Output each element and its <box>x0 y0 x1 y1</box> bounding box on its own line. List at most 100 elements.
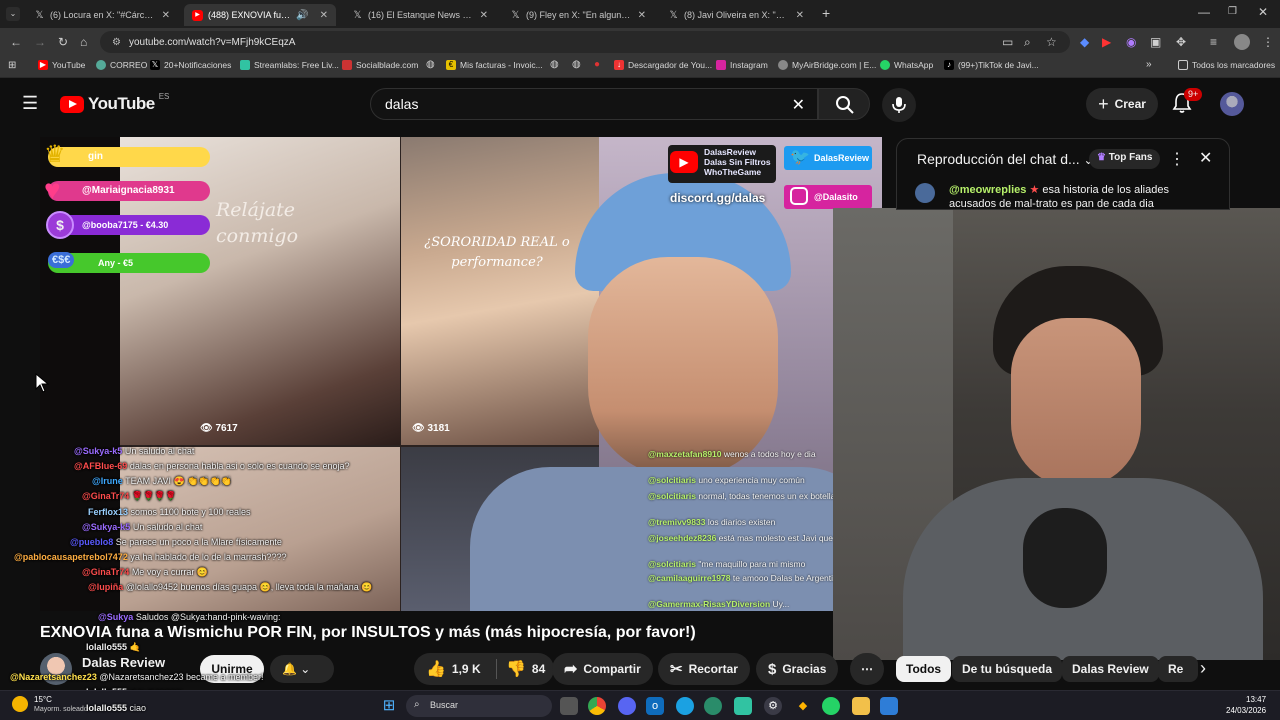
globe-icon[interactable]: ◍ <box>426 59 435 70</box>
browser-tab[interactable]: 𝕏 (6) Locura en X: "#CárcelGemeli✕ <box>26 4 178 26</box>
search-button[interactable] <box>818 88 870 120</box>
create-button[interactable]: + Crear <box>1086 88 1158 120</box>
browser-tab[interactable]: 𝕏 (8) Javi Oliveira en X: "Una ex p✕ <box>660 4 812 26</box>
share-button[interactable]: ➦ Compartir <box>552 653 653 685</box>
settings-icon[interactable]: ⚙ <box>764 697 782 715</box>
photos-icon[interactable] <box>880 697 898 715</box>
more-bookmarks-icon[interactable]: » <box>1146 59 1152 70</box>
subscribed-button[interactable]: 🔔 ⌄ <box>270 655 334 683</box>
extension-icon[interactable]: ◉ <box>1126 34 1136 50</box>
channel-name[interactable]: Dalas Review <box>82 655 165 670</box>
app-icon[interactable]: ◆ <box>794 697 812 715</box>
site-info-icon[interactable]: ⚙ <box>112 37 121 48</box>
chip-channel[interactable]: Dalas Review <box>1062 656 1159 682</box>
media-icon[interactable]: ≡ <box>1210 34 1217 50</box>
home-icon[interactable]: ⌂ <box>80 34 87 50</box>
bookmark[interactable]: € Mis facturas - Invoic... <box>446 60 543 70</box>
bookmark[interactable]: Socialblade.com <box>342 60 418 70</box>
close-chat-icon[interactable]: ✕ <box>1199 148 1212 168</box>
close-tab-icon[interactable]: ✕ <box>162 10 170 21</box>
bookmark[interactable]: WhatsApp <box>880 60 933 70</box>
chip-all[interactable]: Todos <box>896 656 952 682</box>
clock-time[interactable]: 13:47 <box>1246 695 1266 704</box>
zoom-icon[interactable]: ⌕ <box>1024 34 1031 50</box>
chips-next-icon[interactable]: › <box>1200 658 1206 679</box>
dislike-button[interactable]: 👎 84 <box>498 653 545 685</box>
cast-icon[interactable]: ▭ <box>1002 34 1013 50</box>
new-tab-button[interactable]: + <box>822 5 830 21</box>
profile-avatar[interactable] <box>1234 34 1250 50</box>
menu-kebab-icon[interactable]: ⋮ <box>1262 34 1274 50</box>
voice-search-button[interactable] <box>882 88 916 122</box>
tab-search-icon[interactable]: ⌄ <box>6 7 20 21</box>
chrome-icon[interactable] <box>588 697 606 715</box>
bookmark-icon[interactable]: ● <box>594 59 600 70</box>
weather-desc[interactable]: Mayorm. soleado <box>34 706 88 713</box>
like-button[interactable]: 👍 1,9 K 👎 84 <box>414 653 554 685</box>
close-window-button[interactable]: ✕ <box>1258 5 1268 19</box>
account-avatar[interactable] <box>1220 92 1244 116</box>
start-windows-icon[interactable]: ⊞ <box>380 697 398 715</box>
outlook-icon[interactable]: o <box>646 697 664 715</box>
clock-date[interactable]: 24/03/2026 <box>1226 706 1266 715</box>
globe-icon[interactable]: ◍ <box>550 59 559 70</box>
browser-tab[interactable]: 𝕏 (16) El Estanque News en X: ✕ <box>344 4 496 26</box>
address-bar[interactable]: ⚙ youtube.com/watch?v=MFjh9kCEqzA <box>100 31 1070 53</box>
extension-icon[interactable]: ▣ <box>1150 34 1161 50</box>
all-bookmarks[interactable]: Todos los marcadores <box>1178 60 1275 70</box>
top-fans-chip[interactable]: ♛ Top Fans <box>1089 149 1161 169</box>
x-logo-icon: 𝕏 <box>35 9 44 21</box>
youtube-logo[interactable]: YouTube ES <box>60 92 169 114</box>
reload-icon[interactable]: ↻ <box>58 34 68 50</box>
close-tab-icon[interactable]: ✕ <box>320 10 328 21</box>
chip-related[interactable]: Re <box>1158 656 1198 682</box>
globe-icon[interactable]: ◍ <box>572 59 581 70</box>
bookmark[interactable]: ▶ YouTube <box>38 60 85 70</box>
bookmark[interactable]: Instagram <box>716 60 768 70</box>
forward-icon[interactable]: → <box>34 34 46 50</box>
more-actions-button[interactable]: ⋯ <box>850 653 884 685</box>
bookmark-star-icon[interactable]: ☆ <box>1046 34 1057 50</box>
bookmark[interactable]: MyAirBridge.com | E... <box>778 60 876 70</box>
minimize-button[interactable]: — <box>1198 5 1210 19</box>
extension-icon[interactable]: ◆ <box>1080 34 1089 50</box>
bookmark[interactable]: Streamlabs: Free Liv... <box>240 60 339 70</box>
whatsapp-icon[interactable] <box>822 697 840 715</box>
streamlabs-icon[interactable] <box>734 697 752 715</box>
weather-temp[interactable]: 15°C <box>34 695 52 704</box>
task-view-icon[interactable] <box>560 697 578 715</box>
weather-icon[interactable] <box>12 696 28 712</box>
browser-icon[interactable] <box>704 697 722 715</box>
folder-icon[interactable] <box>852 697 870 715</box>
bookmark[interactable]: ♪ (99+)TikTok de Javi... <box>944 60 1039 70</box>
dollar-heart-icon: $ <box>768 660 777 678</box>
edge-icon[interactable] <box>676 697 694 715</box>
extension-icon[interactable]: ▶ <box>1102 34 1111 50</box>
bookmark[interactable]: ↓ Descargador de You... <box>614 60 712 70</box>
restore-button[interactable]: ❐ <box>1228 6 1237 17</box>
search-input[interactable]: dalas ✕ <box>370 88 818 120</box>
notifications-button[interactable]: 9+ <box>1172 88 1203 119</box>
bookmark[interactable]: 𝕏 20+Notificaciones <box>150 60 231 70</box>
back-icon[interactable]: ← <box>10 34 22 50</box>
browser-tab[interactable]: 𝕏 (9) Fley en X: "En algunos afirm✕ <box>502 4 654 26</box>
chat-menu-icon[interactable]: ⋮ <box>1169 149 1185 169</box>
donor-badge: gin <box>48 147 210 167</box>
chip-from-search[interactable]: De tu búsqueda <box>952 656 1063 682</box>
close-tab-icon[interactable]: ✕ <box>796 10 804 21</box>
chat-panel-title[interactable]: Reproducción del chat d... ⌄ <box>917 151 1094 167</box>
taskbar-search[interactable]: ⌕ Buscar <box>406 695 552 717</box>
extensions-puzzle-icon[interactable]: ✥ <box>1176 34 1186 50</box>
close-tab-icon[interactable]: ✕ <box>638 10 646 21</box>
streamer-face <box>588 257 778 477</box>
browser-tab-active[interactable]: ▶ (488) EXNOVIA funa a Wism🔊✕ <box>184 4 336 26</box>
apps-grid-icon[interactable]: ⊞ <box>8 60 16 71</box>
discord-icon[interactable] <box>618 697 636 715</box>
audio-icon[interactable]: 🔊 <box>296 10 308 21</box>
hamburger-menu-icon[interactable]: ☰ <box>22 94 38 112</box>
bookmark[interactable]: CORREO <box>96 60 147 70</box>
thanks-button[interactable]: $ Gracias <box>756 653 839 685</box>
clip-button[interactable]: ✂ Recortar <box>658 653 750 685</box>
clear-search-icon[interactable]: ✕ <box>792 95 805 115</box>
close-tab-icon[interactable]: ✕ <box>480 10 488 21</box>
